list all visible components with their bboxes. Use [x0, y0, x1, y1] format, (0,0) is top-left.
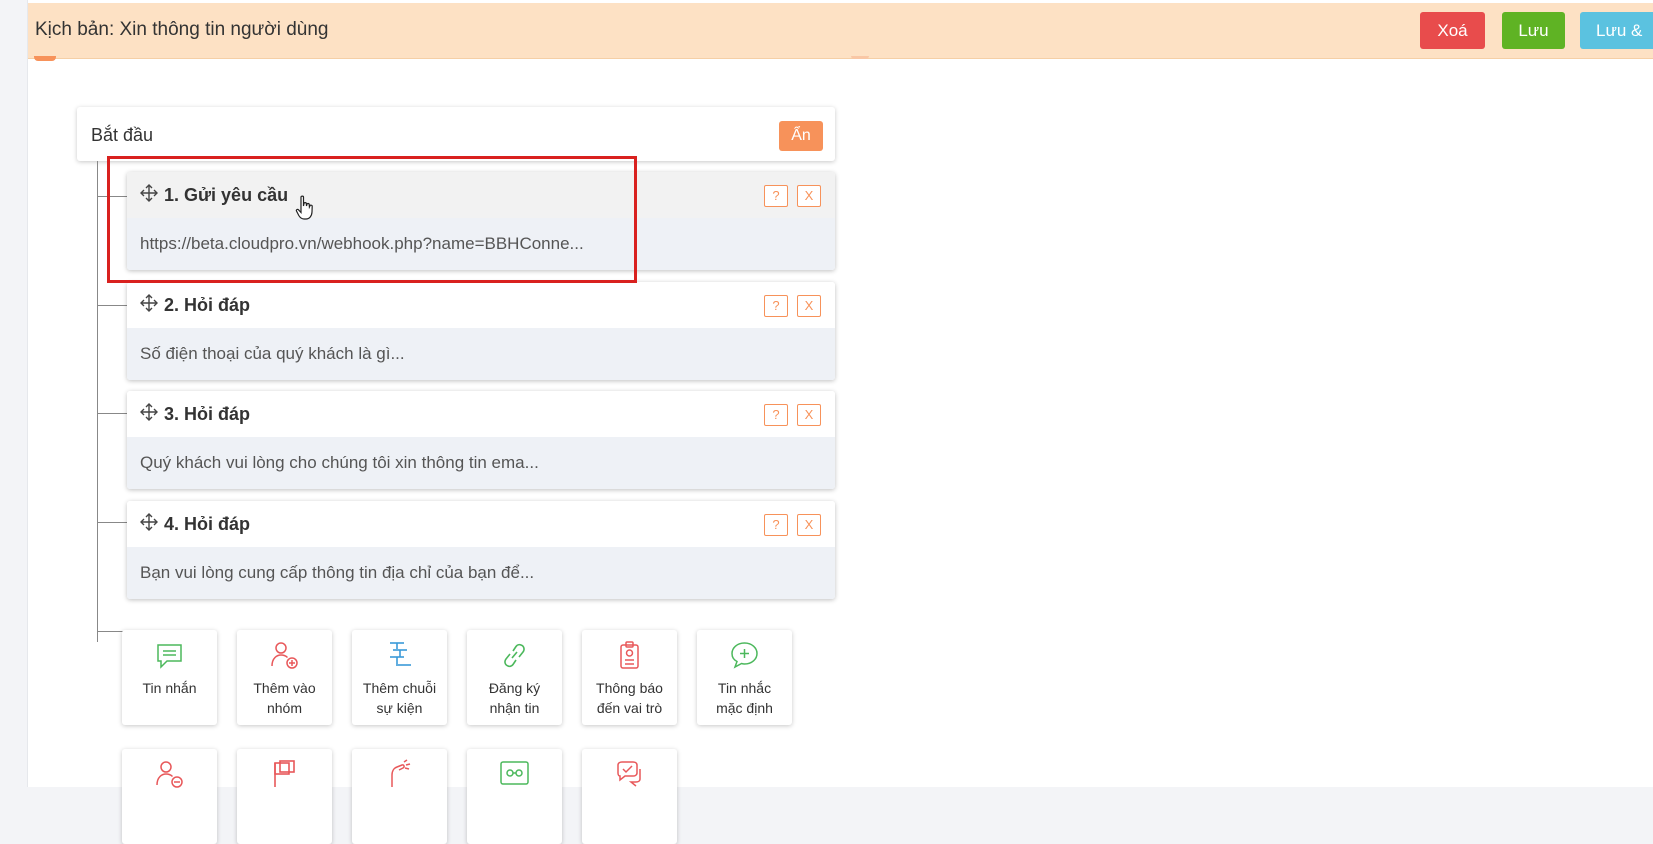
badge-icon: [620, 641, 639, 669]
start-node[interactable]: Bắt đầu Ẩn: [77, 107, 835, 161]
step-help-button[interactable]: ?: [764, 514, 788, 536]
flag-icon: [274, 760, 295, 787]
add-user-icon: [271, 642, 298, 669]
tree-branch: [97, 305, 127, 306]
move-icon[interactable]: [140, 403, 158, 421]
tile-chat-confirm[interactable]: [582, 749, 677, 844]
link-icon: [504, 643, 525, 668]
hand-cursor-icon: [295, 195, 313, 220]
hide-button[interactable]: Ẩn: [779, 121, 823, 151]
step-header: 2. Hỏi đáp ? X: [127, 282, 835, 328]
step-title: 1. Gửi yêu cầu: [164, 185, 289, 205]
tile-remove-from-group[interactable]: [122, 749, 217, 844]
default-message-icon: [731, 642, 758, 669]
step-help-button[interactable]: ?: [764, 404, 788, 426]
step-header: 1. Gửi yêu cầu ? X: [127, 172, 835, 218]
start-node-label: Bắt đầu: [91, 125, 154, 145]
connector-icon: [500, 761, 529, 785]
tile-label: Tin nhắc mặc định: [716, 680, 773, 716]
delete-button[interactable]: Xoá: [1420, 12, 1485, 49]
move-icon[interactable]: [140, 294, 158, 312]
step-card-4[interactable]: 4. Hỏi đáp ? X Bạn vui lòng cung cấp thô…: [127, 501, 835, 599]
tile-label: Thêm chuỗi sự kiện: [362, 680, 437, 716]
step-card-2[interactable]: 2. Hỏi đáp ? X Số điện thoại của quý khá…: [127, 282, 835, 380]
tile-label: Thêm vào nhóm: [253, 680, 316, 716]
move-icon[interactable]: [140, 184, 158, 202]
tile-label: Đăng ký nhận tin: [488, 680, 541, 716]
tile-default-message[interactable]: Tin nhắc mặc định: [697, 630, 792, 725]
scenario-header: Kịch bản: Xin thông tin người dùng Xoá L…: [28, 3, 1653, 59]
step-header: 3. Hỏi đáp ? X: [127, 391, 835, 437]
tree-connector: [97, 161, 98, 642]
step-card-3[interactable]: 3. Hỏi đáp ? X Quý khách vui lòng cho ch…: [127, 391, 835, 489]
tile-subscribe[interactable]: Đăng ký nhận tin: [467, 630, 562, 725]
tile-message[interactable]: Tin nhắn: [122, 630, 217, 725]
tree-branch: [97, 196, 127, 197]
step-body: Quý khách vui lòng cho chúng tôi xin thô…: [127, 437, 835, 489]
step-card-1[interactable]: 1. Gửi yêu cầu ? X https://beta.cloudpro…: [127, 172, 835, 270]
tile-add-to-group[interactable]: Thêm vào nhóm: [237, 630, 332, 725]
tile-connector[interactable]: [467, 749, 562, 844]
step-summary: Số điện thoại của quý khách là gì...: [140, 344, 405, 363]
step-remove-button[interactable]: X: [797, 185, 821, 207]
tile-notify-role[interactable]: Thông báo đến vai trò: [582, 630, 677, 725]
step-title: 3. Hỏi đáp: [164, 404, 251, 424]
step-summary: Bạn vui lòng cung cấp thông tin địa chỉ …: [140, 563, 535, 582]
step-body: https://beta.cloudpro.vn/webhook.php?nam…: [127, 218, 835, 270]
left-sidebar-edge: [0, 0, 28, 787]
step-title: 4. Hỏi đáp: [164, 514, 251, 534]
tile-label: Tin nhắn: [142, 680, 197, 696]
step-summary: Quý khách vui lòng cho chúng tôi xin thô…: [140, 453, 539, 472]
step-body: Số điện thoại của quý khách là gì...: [127, 328, 835, 380]
message-icon: [157, 644, 182, 669]
step-help-button[interactable]: ?: [764, 295, 788, 317]
tile-add-sequence[interactable]: Thêm chuỗi sự kiện: [352, 630, 447, 725]
step-title: 2. Hỏi đáp: [164, 295, 251, 315]
step-remove-button[interactable]: X: [797, 404, 821, 426]
tree-branch: [97, 522, 127, 523]
tile-flag[interactable]: [237, 749, 332, 844]
step-remove-button[interactable]: X: [797, 514, 821, 536]
sequence-icon: [390, 642, 411, 666]
hand-icon: [391, 759, 411, 787]
tile-action[interactable]: [352, 749, 447, 844]
remove-user-icon: [156, 761, 183, 788]
scenario-title: Kịch bản: Xin thông tin người dùng: [35, 19, 329, 40]
tile-label: Thông báo đến vai trò: [596, 680, 663, 716]
step-header: 4. Hỏi đáp ? X: [127, 501, 835, 547]
step-remove-button[interactable]: X: [797, 295, 821, 317]
move-icon[interactable]: [140, 513, 158, 531]
save-and-exit-button[interactable]: Lưu &: [1580, 12, 1653, 49]
step-help-button[interactable]: ?: [764, 185, 788, 207]
tree-branch: [97, 413, 127, 414]
save-button[interactable]: Lưu: [1502, 12, 1565, 49]
step-summary: https://beta.cloudpro.vn/webhook.php?nam…: [140, 234, 584, 253]
header-tab-marker: [851, 56, 869, 59]
header-tab-marker: [34, 56, 56, 61]
step-body: Bạn vui lòng cung cấp thông tin địa chỉ …: [127, 547, 835, 599]
chat-check-icon: [617, 761, 641, 787]
